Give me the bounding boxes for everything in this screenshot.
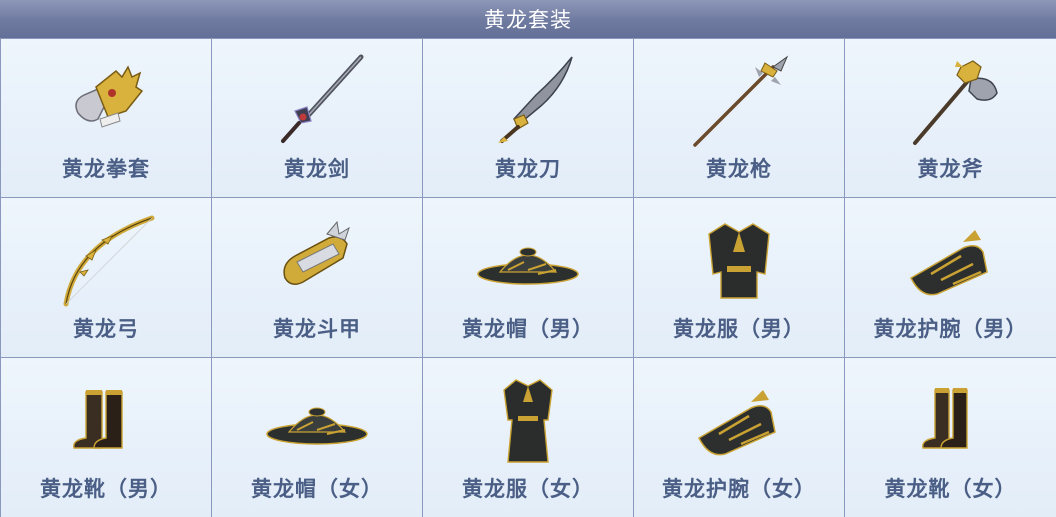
boots-icon: [921, 388, 968, 449]
item-cell-robe-male[interactable]: 黄龙服（男）: [634, 198, 845, 358]
arm-guard-icon: [283, 220, 350, 285]
item-label: 黄龙弓: [73, 316, 139, 341]
sword-icon: [281, 54, 364, 143]
item-cell-arm-guard[interactable]: 黄龙斗甲: [212, 198, 423, 358]
item-cell-bracer-male[interactable]: 黄龙护腕（男）: [845, 198, 1056, 358]
item-cell-boots-female[interactable]: 黄龙靴（女）: [845, 358, 1056, 517]
robe-icon: [503, 379, 553, 463]
bracer-icon: [909, 230, 988, 296]
blade-icon: [498, 56, 573, 143]
item-cell-hat-female[interactable]: 黄龙帽（女）: [212, 358, 423, 517]
item-label: 黄龙刀: [495, 156, 561, 181]
item-cell-axe[interactable]: 黄龙斧: [845, 39, 1056, 198]
item-cell-spear[interactable]: 黄龙枪: [634, 39, 845, 198]
axe-icon: [912, 60, 998, 145]
item-cell-gauntlet[interactable]: 黄龙拳套: [1, 39, 212, 198]
item-cell-blade[interactable]: 黄龙刀: [423, 39, 634, 198]
bracer-icon: [698, 390, 776, 456]
bow-icon: [63, 215, 155, 307]
item-label: 黄龙护腕（男）: [873, 316, 1028, 341]
item-cell-bow[interactable]: 黄龙弓: [1, 198, 212, 358]
item-label: 黄龙靴（女）: [884, 476, 1017, 501]
item-label: 黄龙服（女）: [462, 476, 594, 501]
boots-icon: [73, 390, 123, 449]
item-label: 黄龙服（男）: [673, 316, 805, 341]
spear-icon: [693, 55, 789, 147]
equipment-set-panel: 黄龙套装 黄龙拳套 黄龙剑 黄龙刀 黄龙枪 黄龙斧 黄龙弓 黄龙斗甲 黄龙帽（男…: [0, 0, 1056, 517]
item-label: 黄龙拳套: [62, 156, 150, 181]
item-cell-boots-male[interactable]: 黄龙靴（男）: [1, 358, 212, 517]
item-label: 黄龙斗甲: [273, 316, 361, 341]
robe-icon: [708, 223, 770, 299]
hat-icon: [266, 407, 368, 445]
item-grid: 黄龙拳套 黄龙剑 黄龙刀 黄龙枪 黄龙斧 黄龙弓 黄龙斗甲 黄龙帽（男） 黄龙服…: [0, 38, 1056, 517]
hat-icon: [477, 247, 579, 285]
item-label: 黄龙帽（女）: [251, 476, 383, 501]
item-label: 黄龙护腕（女）: [662, 476, 816, 501]
set-title: 黄龙套装: [484, 8, 572, 32]
item-cell-hat-male[interactable]: 黄龙帽（男）: [423, 198, 634, 358]
item-label: 黄龙斧: [917, 156, 984, 181]
item-cell-robe-female[interactable]: 黄龙服（女）: [423, 358, 634, 517]
item-label: 黄龙帽（男）: [462, 316, 594, 341]
item-label: 黄龙靴（男）: [40, 476, 172, 501]
item-cell-sword[interactable]: 黄龙剑: [212, 39, 423, 198]
item-cell-bracer-female[interactable]: 黄龙护腕（女）: [634, 358, 845, 517]
gauntlet-icon: [75, 65, 144, 128]
panel-header: 黄龙套装: [0, 0, 1056, 38]
item-label: 黄龙剑: [284, 156, 350, 181]
item-label: 黄龙枪: [706, 156, 772, 181]
